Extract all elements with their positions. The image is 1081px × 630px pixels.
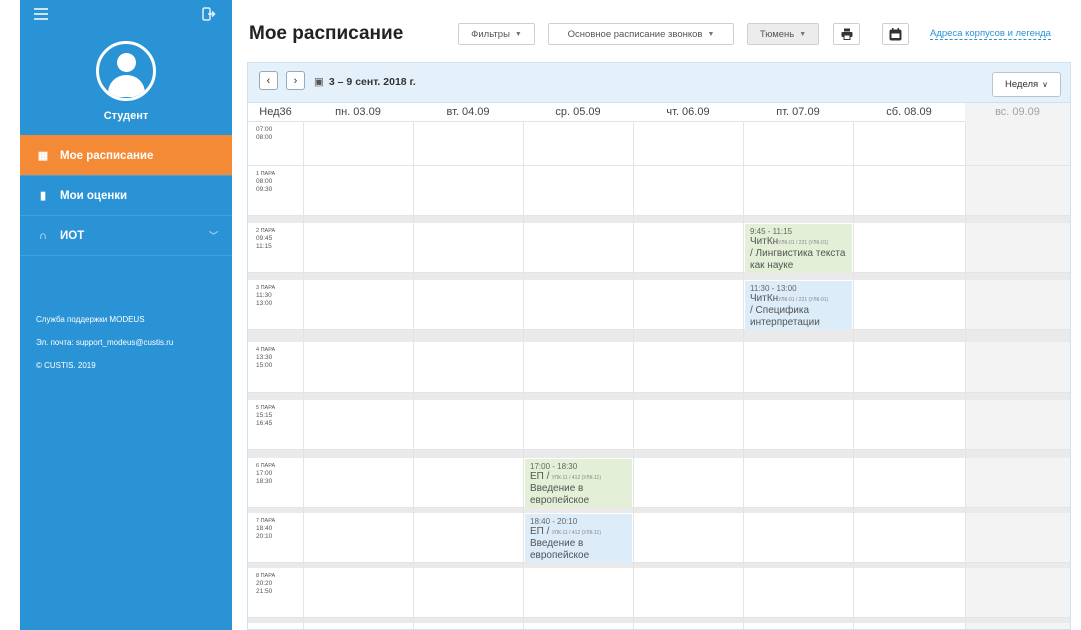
time-slot: 8 ПАРА 20:20 21:50 bbox=[248, 568, 1070, 618]
calendar: ‹ › ▣ 3 – 9 сент. 2018 г. Неделя ∨ Нед36 п… bbox=[247, 62, 1071, 630]
day-header: вт. 04.09 bbox=[446, 106, 490, 118]
chevron-right-icon: › bbox=[293, 74, 298, 87]
ics-calendar-icon bbox=[889, 27, 902, 40]
view-select-label: Неделя bbox=[1005, 79, 1039, 90]
time-slots: 07:00 08:00 1 ПАРА 08:00 09:30 2 ПАРА 09:45 1… bbox=[248, 122, 1070, 629]
calendar-toolbar: ‹ › ▣ 3 – 9 сент. 2018 г. Неделя ∨ bbox=[248, 63, 1070, 103]
schedule-event[interactable]: 11:30 - 13:00 ЧитКнУЛК-01 / 221 (УЛК-01)… bbox=[745, 281, 852, 330]
filters-label: Фильтры bbox=[471, 28, 510, 40]
support-email[interactable]: Эл. почта: support_modeus@custis.ru bbox=[36, 339, 173, 347]
time-slot: 4 ПАРА 13:30 15:00 bbox=[248, 342, 1070, 393]
ics-export-button[interactable] bbox=[882, 23, 909, 45]
sidebar-item-my-schedule[interactable]: ▦ Мое расписание bbox=[20, 135, 232, 175]
schedule-event[interactable]: 18:40 - 20:10 ЕП / УЛК-11 / 412 (УЛК-11)… bbox=[525, 514, 632, 563]
chevron-down-icon: ▼ bbox=[514, 30, 522, 38]
chevron-down-icon: ﹀ bbox=[208, 231, 218, 241]
sidebar-item-label: Мое расписание bbox=[60, 149, 154, 162]
day-header: пт. 07.09 bbox=[776, 106, 820, 118]
bookmark-icon: ▮ bbox=[39, 190, 47, 202]
print-button[interactable] bbox=[833, 23, 860, 45]
schedule-event[interactable]: 9:45 - 11:15 ЧитКнУЛК-01 / 221 (УЛК-01) … bbox=[745, 224, 852, 273]
slot-time: 3 ПАРА 11:30 13:00 bbox=[256, 285, 276, 307]
calendar-icon: ▣ bbox=[314, 76, 324, 88]
chevron-down-icon: ∨ bbox=[1042, 80, 1048, 89]
slot-time: 5 ПАРА 15:15 16:45 bbox=[256, 405, 276, 427]
time-slot: 6 ПАРА 17:00 18:30 bbox=[248, 458, 1070, 508]
slot-time: 8 ПАРА 20:20 21:50 bbox=[256, 573, 276, 595]
day-header: ср. 05.09 bbox=[555, 106, 601, 118]
slot-time: 1 ПАРА 08:00 09:30 bbox=[256, 171, 276, 193]
chevron-left-icon: ‹ bbox=[266, 74, 271, 87]
sidebar-item-my-grades[interactable]: ▮ Мои оценки bbox=[20, 175, 232, 215]
sidebar-profile: Студент bbox=[20, 0, 232, 135]
time-slot: 1 ПАРА 08:00 09:30 bbox=[248, 166, 1070, 216]
next-week-button[interactable]: › bbox=[286, 71, 305, 90]
time-slot: 07:00 08:00 bbox=[248, 122, 1070, 166]
time-slot: 7 ПАРА 18:40 20:10 bbox=[248, 513, 1070, 563]
binoculars-icon: ∩ bbox=[39, 229, 47, 242]
chevron-down-icon: ▼ bbox=[707, 30, 715, 38]
time-slot: 2 ПАРА 09:45 11:15 bbox=[248, 223, 1070, 273]
printer-icon bbox=[841, 28, 852, 40]
week-number: Нед36 bbox=[259, 106, 292, 118]
schedule-event[interactable]: 17:00 - 18:30 ЕП / УЛК-11 / 412 (УЛК-11)… bbox=[525, 459, 632, 508]
day-header: вс. 09.09 bbox=[965, 103, 1070, 122]
day-header: сб. 08.09 bbox=[886, 106, 932, 118]
day-header: чт. 06.09 bbox=[666, 106, 710, 118]
bell-schedule-dropdown[interactable]: Основное расписание звонков ▼ bbox=[548, 23, 734, 45]
logout-icon[interactable] bbox=[202, 7, 216, 21]
legend-link[interactable]: Адреса корпусов и легенда bbox=[930, 28, 1051, 40]
time-slot: 3 ПАРА 11:30 13:00 bbox=[248, 280, 1070, 330]
date-range-label: 3 – 9 сент. 2018 г. bbox=[328, 76, 416, 88]
date-range: ▣ 3 – 9 сент. 2018 г. bbox=[314, 76, 416, 88]
city-dropdown[interactable]: Тюмень ▼ bbox=[747, 23, 819, 45]
support-title: Служба поддержки MODEUS bbox=[36, 315, 145, 324]
page-title: Мое расписание bbox=[249, 23, 404, 44]
time-slot: 5 ПАРА 15:15 16:45 bbox=[248, 400, 1070, 450]
chevron-down-icon: ▼ bbox=[799, 30, 807, 38]
app-window: Студент ▦ Мое расписание ▮ Мои оценки ∩ … bbox=[0, 0, 1081, 630]
slot-time: 7 ПАРА 18:40 20:10 bbox=[256, 518, 276, 540]
sidebar-item-label: Мои оценки bbox=[60, 189, 128, 202]
sidebar: Студент ▦ Мое расписание ▮ Мои оценки ∩ … bbox=[20, 0, 232, 630]
avatar bbox=[96, 41, 156, 101]
city-label: Тюмень bbox=[759, 28, 795, 40]
bell-schedule-label: Основное расписание звонков bbox=[567, 28, 703, 40]
filters-dropdown[interactable]: Фильтры ▼ bbox=[458, 23, 535, 45]
slot-time: 4 ПАРА 13:30 15:00 bbox=[256, 347, 276, 369]
sidebar-item-label: ИОТ bbox=[60, 229, 85, 242]
prev-week-button[interactable]: ‹ bbox=[259, 71, 278, 90]
view-select[interactable]: Неделя ∨ bbox=[992, 72, 1061, 97]
sidebar-divider bbox=[20, 255, 232, 256]
time-slot bbox=[248, 623, 1070, 629]
calendar-icon: ▦ bbox=[37, 150, 49, 162]
copyright: © CUSTIS. 2019 bbox=[36, 361, 96, 370]
slot-time: 07:00 08:00 bbox=[256, 126, 273, 141]
day-header-row: Нед36 пн. 03.09 вт. 04.09 ср. 05.09 чт. … bbox=[248, 103, 1070, 122]
slot-time: 6 ПАРА 17:00 18:30 bbox=[256, 463, 276, 485]
schedule-grid: Нед36 пн. 03.09 вт. 04.09 ср. 05.09 чт. … bbox=[248, 103, 1070, 629]
slot-time: 2 ПАРА 09:45 11:15 bbox=[256, 228, 276, 250]
day-header: пн. 03.09 bbox=[335, 106, 381, 118]
support-info: Служба поддержки MODEUS Эл. почта: suppo… bbox=[36, 316, 173, 385]
user-role-label: Студент bbox=[103, 110, 149, 122]
hamburger-menu-icon[interactable] bbox=[34, 8, 48, 22]
sidebar-item-iot[interactable]: ∩ ИОТ ﹀ bbox=[20, 215, 232, 255]
